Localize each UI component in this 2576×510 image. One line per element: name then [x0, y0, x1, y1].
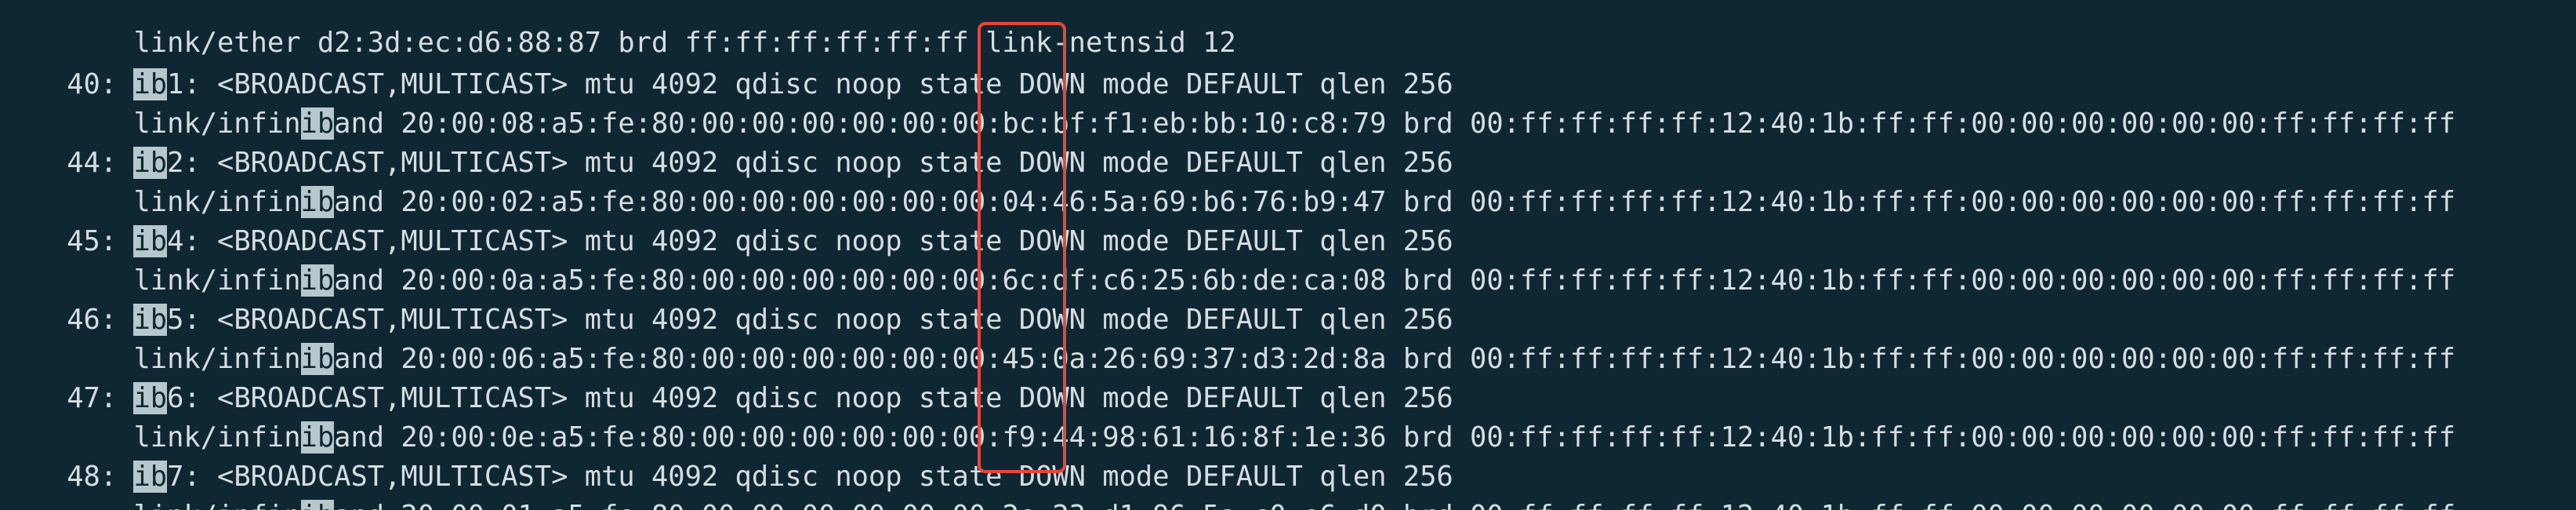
terminal-line-iface-ib1: 40: ib1: <BROADCAST,MULTICAST> mtu 4092 …	[0, 26, 1453, 100]
terminal-line-link-infiniband: link/infiniband 20:00:0a:a5:fe:80:00:00:…	[0, 222, 2455, 297]
terminal-line-iface-ib4: 45: ib4: <BROADCAST,MULTICAST> mtu 4092 …	[0, 183, 1453, 257]
terminal-line-link-ether: link/ether d2:3d:ec:d6:88:87 brd ff:ff:f…	[0, 0, 1235, 59]
terminal-line-iface-ib7: 48: ib7: <BROADCAST,MULTICAST> mtu 4092 …	[0, 418, 1453, 493]
line-text: link/infin	[67, 500, 300, 510]
terminal-line-link-infiniband: link/infiniband 20:00:08:a5:fe:80:00:00:…	[0, 65, 2455, 140]
terminal-line-link-infiniband: link/infiniband 20:00:01:a5:fe:80:00:00:…	[0, 457, 2455, 510]
red-annotation-box	[978, 22, 1066, 473]
line-text: and 20:00:01:a5:fe:80:00:00:00:00:00:00:…	[334, 500, 2455, 510]
search-highlight: ib	[300, 500, 335, 510]
terminal-line-iface-ib5: 46: ib5: <BROADCAST,MULTICAST> mtu 4092 …	[0, 261, 1453, 336]
terminal-line-link-infiniband: link/infiniband 20:00:06:a5:fe:80:00:00:…	[0, 301, 2455, 375]
terminal-line-link-infiniband: link/infiniband 20:00:0e:a5:fe:80:00:00:…	[0, 379, 2455, 454]
terminal-window[interactable]: link/ether d2:3d:ec:d6:88:87 brd ff:ff:f…	[0, 0, 2576, 510]
terminal-line-link-infiniband: link/infiniband 20:00:02:a5:fe:80:00:00:…	[0, 144, 2455, 218]
terminal-line-iface-ib6: 47: ib6: <BROADCAST,MULTICAST> mtu 4092 …	[0, 340, 1453, 414]
terminal-line-iface-ib2: 44: ib2: <BROADCAST,MULTICAST> mtu 4092 …	[0, 104, 1453, 179]
